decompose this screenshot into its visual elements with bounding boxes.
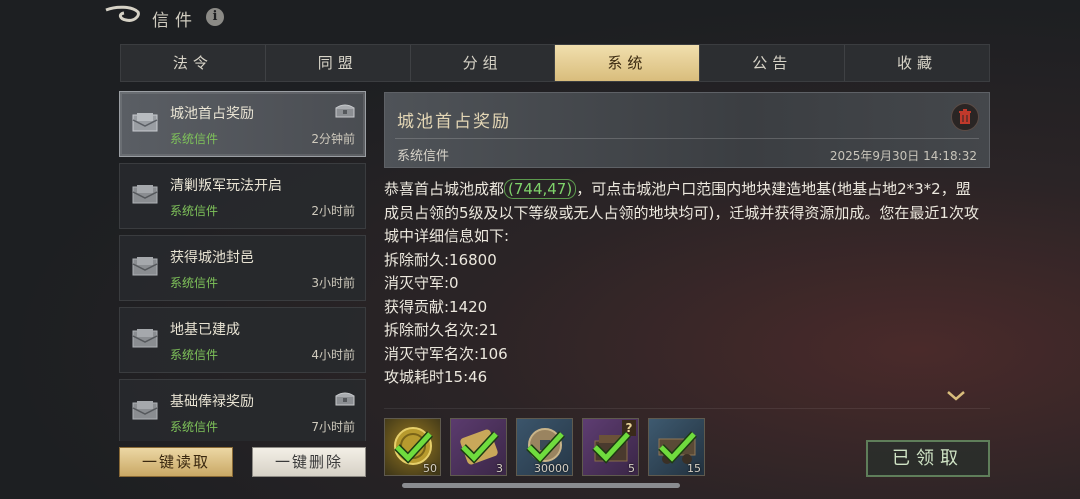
mail-title: 城池首占奖励 <box>170 106 254 122</box>
reward-quantity: 50 <box>423 462 437 475</box>
mail-type: 系统信件 <box>170 420 219 434</box>
envelope-icon <box>132 401 158 420</box>
stat-line: 拆除耐久:16800 <box>384 250 497 269</box>
mail-title: 清剿叛军玩法开启 <box>170 178 282 194</box>
stat-line: 消灭守军:0 <box>384 274 459 292</box>
tab-favorites[interactable]: 收藏 <box>845 45 989 81</box>
reward-quantity: 30000 <box>534 462 569 475</box>
horizontal-scrollbar[interactable] <box>402 483 680 488</box>
mail-item[interactable]: 地基已建成 系统信件 4小时前 <box>119 307 366 373</box>
checkmark-icon <box>658 431 697 464</box>
mail-detail-title: 城池首占奖励 <box>397 112 511 132</box>
treasure-chest-icon <box>335 392 355 406</box>
mail-item[interactable]: 城池首占奖励 系统信件 2分钟前 <box>119 91 366 157</box>
trash-icon <box>959 109 971 124</box>
mail-time: 3小时前 <box>311 276 355 290</box>
mail-detail-type: 系统信件 <box>397 149 450 164</box>
checkmark-icon <box>394 431 433 464</box>
envelope-icon <box>132 185 158 204</box>
mail-type: 系统信件 <box>170 348 219 362</box>
mail-item[interactable]: 获得城池封邑 系统信件 3小时前 <box>119 235 366 301</box>
mail-detail-date: 2025年9月30日 14:18:32 <box>829 149 977 163</box>
stat-line: 消灭守军名次:106 <box>384 344 508 363</box>
reward-item[interactable]: 15 <box>648 418 705 476</box>
divider <box>384 408 990 409</box>
delete-mail-button[interactable] <box>951 103 979 131</box>
mail-title: 获得城池封邑 <box>170 250 254 266</box>
tab-group[interactable]: 分组 <box>411 45 556 81</box>
checkmark-icon <box>526 431 565 464</box>
envelope-icon <box>132 113 158 132</box>
stat-line: 拆除耐久名次:21 <box>384 321 499 339</box>
mail-type: 系统信件 <box>170 132 219 146</box>
mail-type: 系统信件 <box>170 204 219 218</box>
mail-item[interactable]: 清剿叛军玩法开启 系统信件 2小时前 <box>119 163 366 229</box>
reward-item[interactable]: 30000 <box>516 418 573 476</box>
coordinate-link[interactable]: (744,47) <box>504 179 577 199</box>
divider <box>395 138 979 139</box>
chevron-down-icon[interactable] <box>946 390 966 402</box>
checkmark-icon <box>592 431 631 464</box>
tab-announcement[interactable]: 公告 <box>700 45 846 81</box>
mail-title: 地基已建成 <box>170 322 240 338</box>
envelope-icon <box>132 329 158 348</box>
mail-type: 系统信件 <box>170 276 219 290</box>
intro-text: 恭喜首占城池成都 <box>384 180 505 198</box>
stat-line: 获得贡献:1420 <box>384 297 488 316</box>
reward-item[interactable]: 50 <box>384 418 441 476</box>
checkmark-icon <box>460 431 499 464</box>
mail-list: 城池首占奖励 系统信件 2分钟前 清剿叛军玩法开启 系统信件 2小时前 获得城池… <box>119 91 366 441</box>
reward-quantity: 15 <box>687 462 701 475</box>
page-title: 信件 <box>152 11 198 31</box>
mail-time: 2小时前 <box>311 204 355 218</box>
tab-alliance[interactable]: 同盟 <box>266 45 411 81</box>
stat-line: 攻城耗时15:46 <box>384 368 488 386</box>
reward-quantity: 5 <box>628 462 635 475</box>
mail-body: 恭喜首占城池成都 (744,47) ，可点击城池户口范围内地块建造地基(地基占地2*… <box>384 178 984 390</box>
reward-list: 50 3 30000 ? 5 15 <box>384 418 705 478</box>
mail-item[interactable]: 基础俸禄奖励 系统信件 7小时前 <box>119 379 366 441</box>
tab-edict[interactable]: 法令 <box>121 45 266 81</box>
reward-item[interactable]: 3 <box>450 418 507 476</box>
tab-system[interactable]: 系统 <box>555 45 701 81</box>
mail-time: 7小时前 <box>311 420 355 434</box>
delete-all-button[interactable]: 一键删除 <box>252 447 366 477</box>
mail-time: 2分钟前 <box>311 132 355 146</box>
claimed-button[interactable]: 已领取 <box>866 440 990 477</box>
envelope-icon <box>132 257 158 276</box>
mail-time: 4小时前 <box>311 348 355 362</box>
reward-item[interactable]: ? 5 <box>582 418 639 476</box>
info-icon[interactable]: i <box>206 8 224 26</box>
mail-title: 基础俸禄奖励 <box>170 394 254 410</box>
read-all-button[interactable]: 一键读取 <box>119 447 233 477</box>
treasure-chest-icon <box>335 104 355 118</box>
mail-tabs: 法令 同盟 分组 系统 公告 收藏 <box>120 44 990 82</box>
top-bar: 信件 i <box>0 0 1080 36</box>
reward-quantity: 3 <box>496 462 503 475</box>
mail-intro: 恭喜首占城池成都 (744,47) ，可点击城池户口范围内地块建造地基(地基占地2*… <box>384 178 984 249</box>
back-swirl-icon[interactable] <box>104 4 142 30</box>
mail-detail-header: 城池首占奖励 系统信件 2025年9月30日 14:18:32 <box>384 92 990 168</box>
